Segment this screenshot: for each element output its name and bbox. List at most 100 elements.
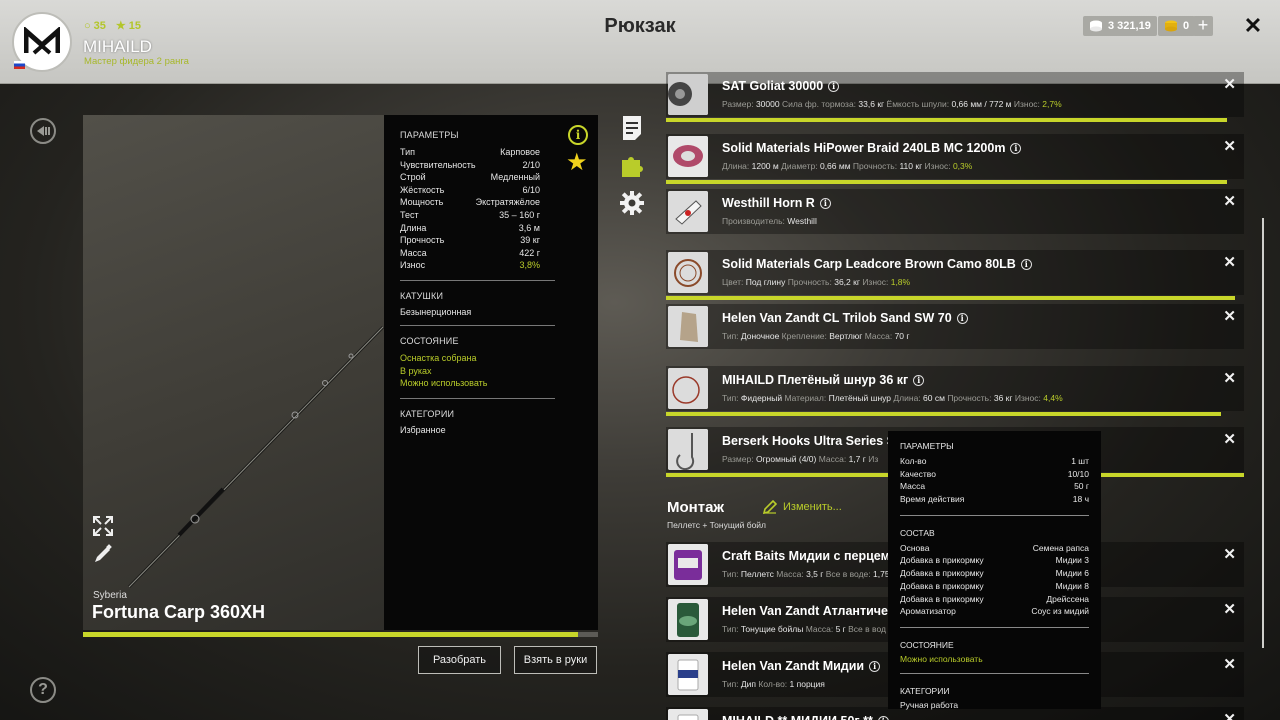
remove-icon[interactable]: ✕ (1223, 600, 1236, 618)
expand-icon[interactable] (92, 515, 114, 537)
tackle-item[interactable]: MIHAILD Плетёный шнур 36 кг i Тип: Фидерны… (666, 366, 1244, 411)
categories-value: Избранное (400, 424, 446, 435)
tackle-item[interactable]: Westhill Horn Ri Производитель: Westhill ✕ (666, 189, 1244, 234)
wear-bar (666, 296, 1236, 300)
back-button[interactable] (30, 118, 56, 144)
pencil-icon[interactable] (92, 543, 114, 565)
detail-value: 0,66 мм / 772 м (951, 99, 1012, 109)
remove-icon[interactable]: ✕ (1223, 655, 1236, 673)
info-icon[interactable]: i (828, 81, 840, 92)
info-icon[interactable]: i (877, 716, 889, 720)
detail-key: Из (865, 454, 879, 464)
bait-thumbnail (668, 709, 708, 720)
montage-title: Монтаж (667, 499, 725, 516)
info-icon[interactable]: i (956, 313, 968, 324)
detail-key: Размер: (722, 454, 756, 464)
param-value: Карповое (500, 147, 540, 157)
param-value: Экстратяжёлое (475, 197, 540, 208)
tackle-item[interactable]: Solid Materials Carp Leadcore Brown Camo… (666, 250, 1244, 295)
remove-icon[interactable]: ✕ (1223, 137, 1236, 155)
puzzle-icon[interactable] (620, 152, 644, 178)
tackle-item[interactable]: SAT Goliat 30000 i Размер: 30000 Сила фр. … (666, 72, 1244, 117)
param-key: Прочность (400, 235, 445, 246)
tooltip-state-title: СОСТОЯНИЕ (900, 639, 954, 650)
remove-icon[interactable]: ✕ (1223, 430, 1236, 448)
categories-title: КАТЕГОРИИ (400, 408, 455, 419)
detail-key: Масса: (816, 454, 849, 464)
remove-icon[interactable]: ✕ (1223, 710, 1236, 720)
detail-key: Износ: (1012, 393, 1044, 403)
info-icon[interactable]: i (1020, 259, 1032, 270)
montage-edit-button[interactable]: Изменить... (763, 500, 842, 514)
detail-key: Сила фр. тормоза: (779, 99, 859, 109)
remove-icon[interactable]: ✕ (1223, 192, 1236, 210)
take-in-hands-button[interactable]: Взять в руки (514, 646, 597, 674)
param-value: 1 шт (1071, 456, 1089, 466)
param-key: Тип (400, 147, 416, 157)
info-icon[interactable]: i (1010, 143, 1022, 154)
detail-value: 36 кг (993, 393, 1013, 403)
info-icon[interactable]: i (819, 198, 831, 209)
divider (900, 672, 1089, 674)
bait-title: Helen Van Zandt Атлантичесi (722, 604, 911, 618)
gold-balance[interactable]: 0 (1158, 16, 1196, 36)
tackle-item[interactable]: Helen Van Zandt CL Trilob Sand SW 70 i Тип… (666, 304, 1244, 349)
param-key: Износ (400, 260, 426, 271)
param-value: 6/10 (522, 184, 540, 195)
detail-value: 0,3% (952, 161, 973, 171)
wear-bar (666, 412, 1221, 416)
reels-title: КАТУШКИ (400, 290, 444, 301)
gear-icon[interactable] (620, 190, 644, 216)
close-button[interactable]: ✕ (1240, 13, 1266, 39)
param-value: Медленный (490, 172, 540, 183)
param-key: Жёсткость (400, 184, 445, 195)
tackle-item[interactable]: Solid Materials HiPower Braid 240LB MC 1… (666, 134, 1244, 179)
detail-key: Ёмкость шпули: (884, 99, 952, 109)
info-icon[interactable]: i (913, 375, 925, 386)
help-button[interactable]: ? (30, 677, 56, 703)
tooltip-params: Кол-во 1 шт Качество 10/10 Масса 50 г Время де… (900, 455, 1089, 506)
edit-icon (763, 500, 777, 514)
detail-value: 4,4% (1043, 393, 1063, 403)
player-stats: ○ 35 ★ 15 (84, 19, 141, 33)
tackle-title: MIHAILD Плетёный шнур 36 кг i (722, 373, 925, 387)
silver-balance[interactable]: 3 321,19 (1083, 16, 1157, 36)
param-row: Кол-во 1 шт (900, 455, 1089, 468)
tackle-title-text: Westhill Horn R (722, 196, 815, 210)
detail-key: Масса: (773, 569, 807, 579)
detail-value: 3,5 г (806, 569, 824, 579)
param-key: Добавка в прикормку (900, 568, 984, 579)
rod-wear-bar (83, 632, 598, 637)
scrollbar[interactable] (1262, 218, 1264, 648)
back-arrow-icon (37, 126, 50, 136)
flag-icon (14, 61, 25, 69)
tackle-title: Solid Materials HiPower Braid 240LB MC 1… (722, 141, 1022, 155)
remove-icon[interactable]: ✕ (1223, 307, 1236, 325)
tackle-details: Длина: 1200 м Диаметр: 0,66 мм Прочность… (722, 161, 972, 171)
divider (900, 514, 1089, 516)
param-row: Добавка в прикормку Дрейссена (900, 593, 1089, 606)
disassemble-button[interactable]: Разобрать (418, 646, 501, 674)
param-row: Время действия 18 ч (900, 493, 1089, 506)
info-icon[interactable]: i (869, 661, 881, 672)
detail-key: Все в воде: (823, 569, 873, 579)
remove-icon[interactable]: ✕ (1223, 75, 1236, 93)
notes-icon[interactable] (620, 115, 644, 141)
detail-key: Все в вод (845, 624, 886, 634)
add-currency-button[interactable]: + (1193, 16, 1213, 36)
tooltip-categories-value: Ручная работа (900, 699, 959, 710)
info-icon[interactable]: i (568, 125, 588, 145)
favorite-star-icon[interactable]: ★ (566, 151, 588, 175)
params-title: ПАРАМЕТРЫ (400, 130, 459, 140)
detail-value: Вертлюг (829, 331, 863, 341)
remove-icon[interactable]: ✕ (1223, 253, 1236, 271)
wear-bar (666, 180, 1227, 184)
bait-details: Тип: Пеллетс Масса: 3,5 г Все в воде: 1,… (722, 569, 890, 579)
param-value: Дрейссена (1046, 593, 1089, 604)
param-value: 39 кг (520, 235, 540, 246)
remove-icon[interactable]: ✕ (1223, 369, 1236, 387)
remove-icon[interactable]: ✕ (1223, 545, 1236, 563)
divider (900, 626, 1089, 628)
rod-brand: Syberia (93, 590, 127, 601)
divider (400, 324, 555, 326)
